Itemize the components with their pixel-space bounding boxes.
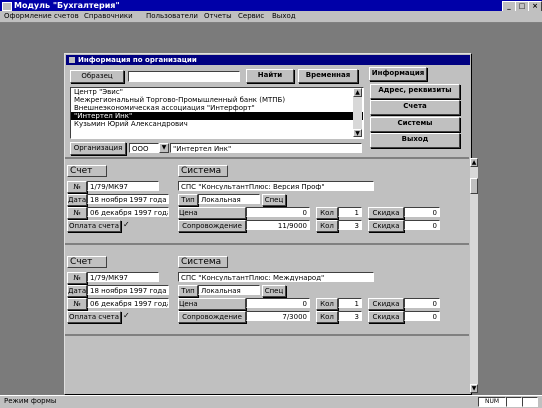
status-panel <box>522 397 538 407</box>
accounts-button[interactable]: Счета <box>370 100 460 115</box>
chevron-down-icon[interactable]: ▼ <box>159 143 169 153</box>
quantity-label[interactable]: Кол <box>316 220 338 232</box>
invoice-date-label[interactable]: Дата <box>67 194 87 206</box>
paid-date-label[interactable]: № <box>67 207 87 219</box>
list-item-selected[interactable]: "Интертел Инк" <box>71 112 363 120</box>
invoice-date-label[interactable]: Дата <box>67 285 87 297</box>
discount-field[interactable]: 0 <box>404 220 440 230</box>
discount-field[interactable]: 0 <box>404 311 440 321</box>
status-text: Режим формы <box>4 397 57 405</box>
quantity-field[interactable]: 1 <box>338 207 362 217</box>
support-label[interactable]: Сопровождение <box>178 220 246 232</box>
discount-label[interactable]: Скидка <box>368 220 404 232</box>
dialog-title: Информация по организации <box>78 56 197 64</box>
spec-button[interactable]: Спец <box>262 194 286 206</box>
payment-button[interactable]: Оплата счета <box>67 311 121 323</box>
list-item[interactable]: Кузьмин Юрий Александрович <box>71 120 363 128</box>
org-name-field[interactable]: "Интертел Инк" <box>170 143 362 153</box>
sample-button[interactable]: Образец <box>70 70 124 83</box>
system-header: Система <box>178 256 228 268</box>
list-item[interactable]: Внешнеэкономическая ассоциация "Интерфор… <box>71 104 363 112</box>
organization-button[interactable]: Организация <box>70 142 126 155</box>
price-label[interactable]: Цена <box>178 207 246 219</box>
scroll-up-icon[interactable]: ▲ <box>470 158 478 167</box>
quantity-field[interactable]: 3 <box>338 220 362 230</box>
system-header: Система <box>178 165 228 177</box>
window-title: Модуль "Бухгалтерия" <box>14 1 120 10</box>
support-field[interactable]: 7/3000 <box>246 311 310 321</box>
dialog-icon <box>69 57 75 63</box>
invoice-number-label[interactable]: № <box>67 272 87 284</box>
invoice-date-field[interactable]: 18 ноября 1997 года <box>87 194 169 204</box>
systems-button[interactable]: Системы <box>370 117 460 132</box>
record-divider <box>65 334 469 336</box>
address-details-button[interactable]: Адрес, реквизиты <box>370 84 460 99</box>
scroll-up-icon[interactable]: ▲ <box>353 88 362 97</box>
sample-input[interactable] <box>128 71 240 82</box>
discount-label[interactable]: Скидка <box>368 207 404 219</box>
scroll-down-icon[interactable]: ▼ <box>353 129 362 137</box>
list-item[interactable]: Центр "Эвис" <box>71 88 363 96</box>
quantity-label[interactable]: Кол <box>316 298 338 310</box>
period-button[interactable]: Временная <box>298 69 358 83</box>
list-scrollbar[interactable]: ▲ ▼ <box>353 88 362 137</box>
quantity-field[interactable]: 1 <box>338 298 362 308</box>
invoice-number-field[interactable]: 1/79/МК97 <box>87 181 159 191</box>
system-name-field[interactable]: СПС "КонсультантПлюс: Версия Проф" <box>178 181 374 191</box>
status-bar: Режим формы NUM <box>0 395 542 408</box>
discount-label[interactable]: Скидка <box>368 311 404 323</box>
paid-date-field[interactable]: 06 декабря 1997 года <box>87 298 169 308</box>
menu-item-invoices[interactable]: Оформление счетов <box>4 12 79 21</box>
quantity-label[interactable]: Кол <box>316 207 338 219</box>
support-label[interactable]: Сопровождение <box>178 311 246 323</box>
type-field[interactable]: Локальная <box>198 285 260 295</box>
paid-date-label[interactable]: № <box>67 298 87 310</box>
discount-label[interactable]: Скидка <box>368 298 404 310</box>
organization-list[interactable]: Центр "Эвис" Межрегиональный Торгово-Про… <box>70 87 364 139</box>
records-scrollbar[interactable]: ▲ ▼ <box>470 158 478 393</box>
menu-item-exit[interactable]: Выход <box>272 12 296 21</box>
invoice-header: Счет <box>67 165 107 177</box>
status-panel <box>506 397 522 407</box>
menu-item-directories[interactable]: Справочники <box>84 12 133 21</box>
spec-button[interactable]: Спец <box>262 285 286 297</box>
exit-button[interactable]: Выход <box>370 133 460 148</box>
menu-item-users[interactable]: Пользователи <box>146 12 198 21</box>
window-titlebar: Модуль "Бухгалтерия" _ □ × <box>0 0 542 12</box>
menu-bar: Оформление счетов Справочники Пользовате… <box>0 11 542 23</box>
type-field[interactable]: Локальная <box>198 194 260 204</box>
quantity-label[interactable]: Кол <box>316 311 338 323</box>
menu-item-service[interactable]: Сервис <box>238 12 264 21</box>
app-icon <box>2 2 12 11</box>
menu-item-reports[interactable]: Отчеты <box>204 12 232 21</box>
dialog-titlebar: Информация по организации <box>66 55 470 65</box>
info-button[interactable]: Информация <box>369 67 427 81</box>
invoice-number-label[interactable]: № <box>67 181 87 193</box>
paid-check-icon: ✓ <box>123 220 130 229</box>
num-indicator: NUM <box>478 397 506 407</box>
payment-button[interactable]: Оплата счета <box>67 220 121 232</box>
support-field[interactable]: 11/9000 <box>246 220 310 230</box>
scroll-thumb[interactable] <box>470 178 478 194</box>
system-name-field[interactable]: СПС "КонсультантПлюс: Международ" <box>178 272 374 282</box>
records-divider <box>65 157 469 159</box>
list-item[interactable]: Межрегиональный Торгово-Промышленный бан… <box>71 96 363 104</box>
invoice-header: Счет <box>67 256 107 268</box>
paid-check-icon: ✓ <box>123 311 130 320</box>
price-label[interactable]: Цена <box>178 298 246 310</box>
org-type-select[interactable]: ООО <box>129 143 159 153</box>
invoice-number-field[interactable]: 1/79/МК97 <box>87 272 159 282</box>
type-label[interactable]: Тип <box>178 285 198 297</box>
type-label[interactable]: Тип <box>178 194 198 206</box>
discount-field[interactable]: 0 <box>404 298 440 308</box>
find-button[interactable]: Найти <box>246 69 294 83</box>
quantity-field[interactable]: 3 <box>338 311 362 321</box>
paid-date-field[interactable]: 06 декабря 1997 года <box>87 207 169 217</box>
record-divider <box>65 243 469 245</box>
price-field[interactable]: 0 <box>246 298 310 308</box>
price-field[interactable]: 0 <box>246 207 310 217</box>
discount-field[interactable]: 0 <box>404 207 440 217</box>
invoice-date-field[interactable]: 18 ноября 1997 года <box>87 285 169 295</box>
scroll-down-icon[interactable]: ▼ <box>470 384 478 393</box>
